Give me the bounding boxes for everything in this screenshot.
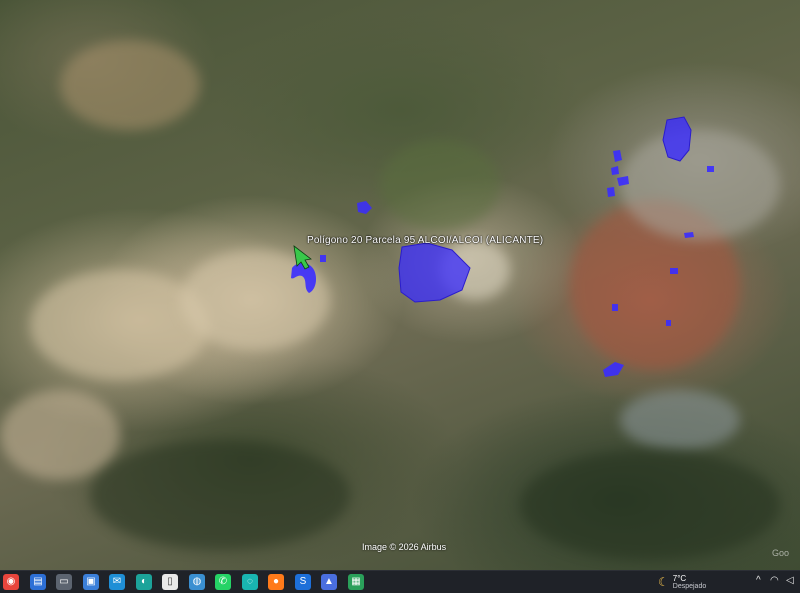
parcel-polygon[interactable] [617,176,629,186]
arrow-app-icon[interactable]: ▲ [321,574,337,590]
spreadsheet-icon[interactable]: ▦ [348,574,364,590]
parcel-polygon[interactable] [398,242,471,303]
moon-icon: ☾ [658,575,669,589]
earth-icon[interactable]: ◍ [189,574,205,590]
satellite-map[interactable]: Polígono 20 Parcela 95 ALCOI/ALCOI (ALIC… [0,0,800,570]
wifi-icon[interactable]: ◠ [770,575,779,586]
weather-condition: Despejado [672,582,707,590]
window-icon[interactable]: ▭ [56,574,72,590]
whatsapp-icon[interactable]: ✆ [215,574,231,590]
weather-widget[interactable]: ☾ 7°C Despejado [658,573,706,591]
parcel-polygon[interactable] [612,304,618,311]
parcel-polygon[interactable] [611,166,619,175]
document-icon[interactable]: ▤ [30,574,46,590]
volume-icon[interactable]: ◁ [786,575,794,586]
parcel-polygon[interactable] [707,166,714,172]
folder-share-icon[interactable]: ▣ [83,574,99,590]
file-icon[interactable]: ▯ [162,574,178,590]
parcel-polygon[interactable] [662,116,692,162]
edge-icon[interactable]: ◐ [136,574,152,590]
imagery-attribution: Image © 2026 Airbus [362,542,447,552]
placemark-label[interactable]: Polígono 20 Parcela 95 ALCOI/ALCOI (ALIC… [307,235,543,246]
chevron-up-icon[interactable]: ^ [756,575,761,586]
s-app-icon[interactable]: S [295,574,311,590]
parcel-polygon[interactable] [666,320,671,326]
mail-icon[interactable]: ✉ [109,574,125,590]
parcel-polygon[interactable] [291,262,317,293]
map-overlays [291,116,714,377]
google-watermark: Goo [772,548,790,558]
taskbar: ◉ ▤ ▭ ▣ ✉ ◐ ▯ ◍ ✆ ◌ ● S ▲ ▦ ☾ 7°C Despejado ^ ◠ ◁ [0,570,800,593]
chrome-icon[interactable]: ◉ [3,574,19,590]
parcel-polygon[interactable] [607,187,615,197]
parcel-polygon[interactable] [670,268,678,274]
parcel-polygon[interactable] [684,232,694,238]
parcel-polygon[interactable] [603,362,624,377]
weather-temperature: 7°C [672,573,687,583]
parcel-polygon[interactable] [357,201,372,214]
parcel-polygon[interactable] [320,255,326,262]
parcel-polygon[interactable] [613,150,622,162]
wave-icon[interactable]: ◌ [242,574,258,590]
firefox-icon[interactable]: ● [268,574,284,590]
weather-text: 7°C Despejado [673,574,706,591]
